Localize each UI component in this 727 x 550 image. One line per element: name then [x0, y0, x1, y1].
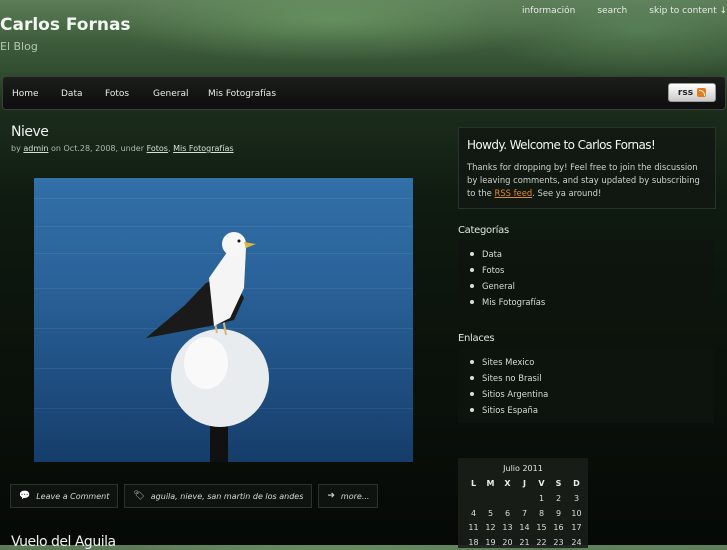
top-nav-skip[interactable]: skip to content ↓	[627, 6, 727, 16]
post-meta: by admin on Oct.28, 2008, under Fotos, M…	[11, 144, 234, 153]
leave-comment-button[interactable]: 💬 Leave a Comment	[10, 484, 119, 508]
calendar-day[interactable]: 6	[499, 509, 516, 518]
calendar-day-header: J	[523, 479, 526, 488]
calendar-day[interactable]: 3	[568, 494, 585, 503]
post-tags-text: aguila, nieve, san martin de los andes	[150, 491, 304, 501]
welcome-text: Thanks for dropping by! Feel free to joi…	[467, 161, 707, 200]
post-category-fotos[interactable]: Fotos	[147, 144, 168, 153]
calendar-day-header: V	[538, 479, 545, 488]
calendar-caption: Julio 2011	[503, 464, 543, 473]
content-wrapper: Home Data Fotos General Mis Fotografías …	[0, 74, 727, 550]
calendar-day[interactable]: 14	[516, 523, 533, 532]
top-nav-search[interactable]: search	[575, 6, 627, 16]
category-item-data[interactable]: Data	[470, 249, 502, 259]
calendar-day[interactable]: 5	[482, 509, 499, 518]
post-meta-on: on Oct.28, 2008, under	[50, 144, 145, 153]
post-title[interactable]: Nieve	[11, 124, 49, 140]
calendar-day[interactable]: 17	[568, 523, 585, 532]
arrow-right-icon: ➜	[327, 491, 335, 501]
main-nav: Home Data Fotos General Mis Fotografías …	[2, 76, 726, 110]
post-category-mis-fotografias[interactable]: Mis Fotografías	[173, 144, 233, 153]
calendar-day[interactable]: 18	[465, 538, 482, 547]
calendar-day-header: X	[504, 479, 511, 488]
calendar-day-header: S	[555, 479, 562, 488]
calendar-day[interactable]: 7	[516, 509, 533, 518]
post-tags[interactable]: 🏷 aguila, nieve, san martin de los andes	[124, 484, 313, 508]
categorias-list: Data Fotos General Mis Fotografías	[458, 240, 714, 315]
calendar-day[interactable]: 21	[516, 538, 533, 547]
more-button[interactable]: ➜ more...	[318, 484, 379, 508]
more-label: more...	[340, 491, 370, 501]
post-author-link[interactable]: admin	[23, 144, 48, 153]
enlaces-list: Sites Mexico Sites no Brasil Sitios Arge…	[458, 348, 714, 423]
calendar-day[interactable]: 8	[533, 509, 550, 518]
enlaces-heading: Enlaces	[458, 333, 495, 344]
calendar-day[interactable]: 12	[482, 523, 499, 532]
site-title[interactable]: Carlos Fornas	[0, 15, 131, 35]
rss-feed-icon	[697, 88, 707, 97]
next-post-title[interactable]: Vuelo del Aguila	[11, 534, 116, 550]
post-footer: 💬 Leave a Comment 🏷 aguila, nieve, san m…	[10, 484, 379, 508]
calendar-day[interactable]: 13	[499, 523, 516, 532]
calendar-day[interactable]: 24	[568, 538, 585, 547]
category-item-general[interactable]: General	[469, 281, 515, 291]
site-tagline: El Blog	[0, 40, 38, 53]
comment-icon: 💬	[19, 491, 31, 501]
nav-mis-fotografias[interactable]: Mis Fotografías	[208, 89, 276, 99]
calendar-day[interactable]: 23	[550, 538, 567, 547]
category-item-fotos[interactable]: Fotos	[469, 265, 504, 275]
link-item-sites-mexico[interactable]: Sites Mexico	[469, 357, 534, 367]
welcome-text-2: . See ya around!	[532, 188, 602, 198]
categorias-heading: Categorías	[458, 225, 509, 236]
tag-icon: 🏷	[133, 491, 145, 501]
link-item-sites-brasil[interactable]: Sites no Brasil	[470, 373, 542, 383]
post-meta-by: by	[11, 144, 21, 153]
welcome-title: Howdy. Welcome to Carlos Fornas!	[467, 138, 656, 152]
nav-fotos[interactable]: Fotos	[105, 89, 129, 99]
calendar-day[interactable]: 9	[550, 509, 567, 518]
calendar-day[interactable]: 19	[482, 538, 499, 547]
welcome-box: Howdy. Welcome to Carlos Fornas! Thanks …	[458, 127, 716, 209]
rss-button[interactable]: rss	[668, 83, 716, 102]
calendar: Julio 2011 L M X J V S D 1 2 3 4 5 6 7 8 9 10 11 12 13 14 15 1…	[458, 458, 588, 548]
calendar-day[interactable]: 15	[533, 523, 550, 532]
calendar-day-header: D	[573, 479, 580, 488]
calendar-day[interactable]: 4	[465, 509, 482, 518]
link-item-sitios-argentina[interactable]: Sitios Argentina	[469, 389, 548, 399]
nav-data[interactable]: Data	[61, 89, 83, 99]
nav-general[interactable]: General	[153, 89, 188, 99]
rss-label: rss	[677, 87, 694, 98]
calendar-day[interactable]: 11	[465, 523, 482, 532]
calendar-day[interactable]: 2	[550, 494, 567, 503]
calendar-day[interactable]: 1	[533, 494, 550, 503]
post-photo	[34, 178, 413, 462]
link-item-sitios-espana[interactable]: Sitios España	[470, 405, 538, 415]
top-nav-informacion[interactable]: información	[500, 6, 575, 16]
calendar-day[interactable]: 22	[533, 538, 550, 547]
rss-feed-link[interactable]: RSS feed	[495, 188, 533, 198]
category-item-mis-fotografias[interactable]: Mis Fotografías	[469, 297, 545, 307]
nav-home[interactable]: Home	[12, 89, 39, 99]
seagull-on-lamp-image	[146, 232, 269, 462]
calendar-day[interactable]: 10	[568, 509, 585, 518]
top-nav: información search skip to content ↓	[500, 6, 727, 16]
post-meta-sep: ,	[167, 144, 171, 153]
calendar-day[interactable]: 20	[499, 538, 516, 547]
leave-comment-label: Leave a Comment	[36, 491, 110, 501]
calendar-day-header: L	[470, 479, 477, 488]
calendar-day[interactable]: 16	[550, 523, 567, 532]
calendar-day-header: M	[486, 479, 495, 488]
